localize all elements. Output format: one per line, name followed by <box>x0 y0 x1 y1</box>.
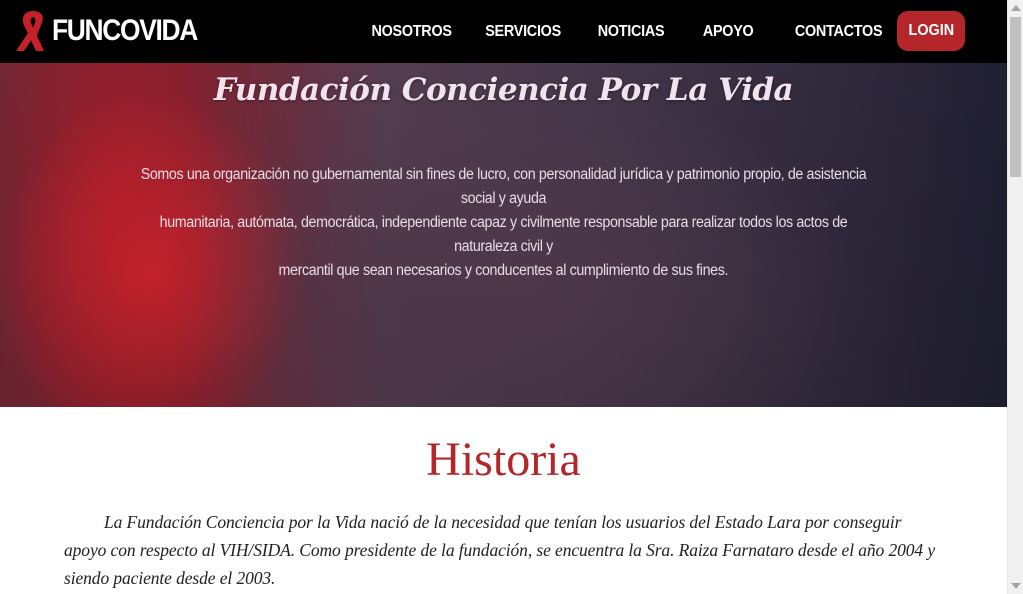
hero-description-line: mercantil que sean necesarios y conducen… <box>278 262 729 279</box>
scroll-down-arrow-icon[interactable] <box>1011 583 1021 589</box>
vertical-scrollbar[interactable] <box>1007 0 1023 594</box>
section-title-historia: Historia <box>426 433 581 486</box>
login-button-label: LOGIN <box>908 22 954 39</box>
nav-item-servicios[interactable]: SERVICIOS <box>485 0 561 63</box>
logo-text: FUNCOVIDA <box>52 14 198 47</box>
login-button[interactable]: LOGIN <box>897 11 965 51</box>
history-paragraph-text: La Fundación Conciencia por la Vida naci… <box>64 512 936 588</box>
hero-description-line: humanitaria, autómata, democrática, inde… <box>159 214 848 255</box>
scroll-up-arrow-icon[interactable] <box>1011 5 1021 11</box>
nav-item-apoyo[interactable]: APOYO <box>703 0 754 63</box>
history-paragraph: La Fundación Conciencia por la Vida naci… <box>64 508 946 592</box>
nav-item-nosotros[interactable]: NOSOTROS <box>371 0 452 63</box>
navbar: FUNCOVIDA NOSOTROS SERVICIOS NOTICIAS AP… <box>0 0 1007 63</box>
page: FUNCOVIDA NOSOTROS SERVICIOS NOTICIAS AP… <box>0 0 1007 594</box>
hero-description-line: Somos una organización no gubernamental … <box>140 166 867 207</box>
hero-description: Somos una organización no gubernamental … <box>100 163 907 283</box>
nav-item-noticias[interactable]: NOTICIAS <box>598 0 665 63</box>
scrollbar-thumb[interactable] <box>1010 17 1021 177</box>
hero-title: Fundación Conciencia Por La Vida <box>213 72 794 108</box>
logo[interactable]: FUNCOVIDA <box>14 9 217 53</box>
nav-item-contactos[interactable]: CONTACTOS <box>795 0 883 63</box>
red-ribbon-icon <box>14 9 52 53</box>
hero-banner: Fundación Conciencia Por La Vida Somos u… <box>0 63 1007 407</box>
